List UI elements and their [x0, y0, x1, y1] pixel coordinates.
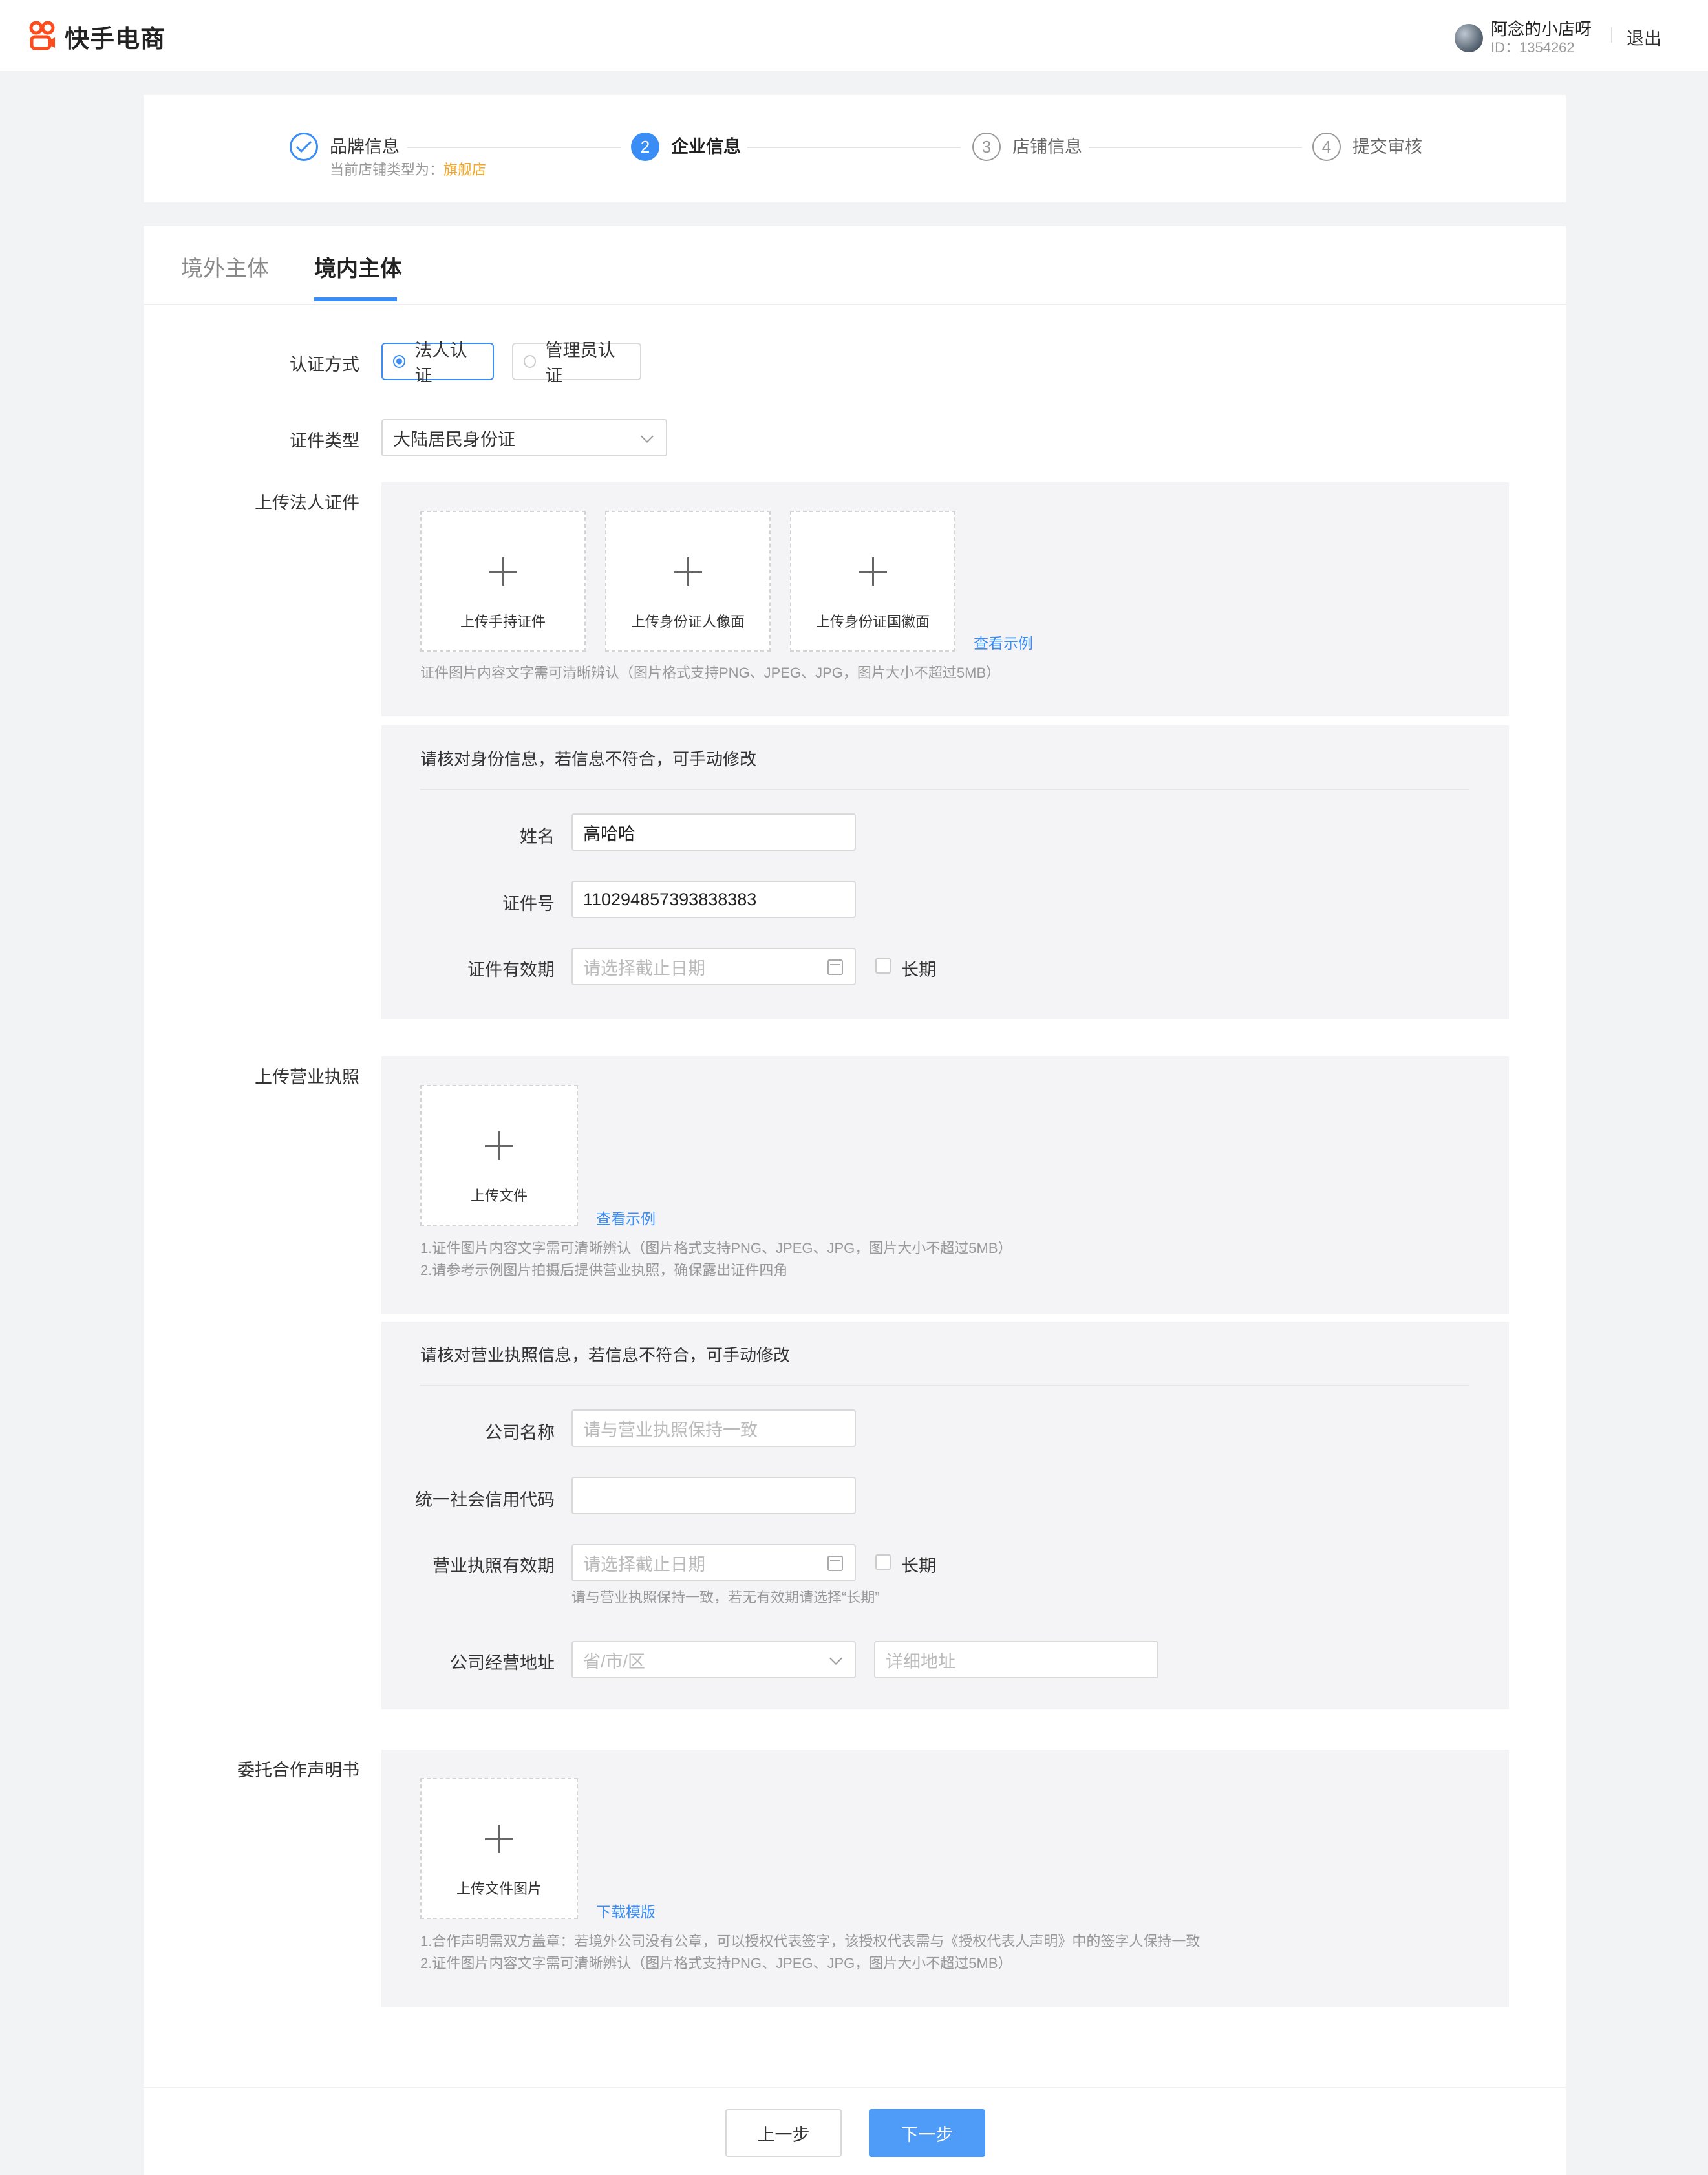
- license-upload-panel: 上传文件 查看示例 1.证件图片内容文字需可清晰辨认（图片格式支持PNG、JPE…: [381, 1056, 1509, 1314]
- steps-card: 品牌信息 当前店铺类型为：旗舰店 2 企业信息 3 店铺信息 4 提交审核: [144, 95, 1566, 202]
- id-number-input[interactable]: 110294857393838383: [571, 881, 856, 918]
- credit-code-input[interactable]: [571, 1477, 856, 1514]
- step-subtitle: 当前店铺类型为：旗舰店: [330, 162, 487, 178]
- kuaishou-logo-icon: [29, 21, 55, 50]
- step-title: 企业信息: [671, 137, 741, 156]
- calendar-icon: [827, 959, 843, 975]
- view-example-link[interactable]: 查看示例: [596, 1206, 656, 1228]
- legal-cert-upload-panel: 上传手持证件 上传身份证人像面 上传身份证国徽面 查看示例 证件图片内容文字需可…: [381, 482, 1509, 716]
- identity-check-title: 请核对身份信息，若信息不符合，可手动修改: [420, 749, 757, 769]
- company-address-label: 公司经营地址: [450, 1653, 555, 1673]
- id-validity-label: 证件有效期: [467, 960, 555, 980]
- step-brand-info: 品牌信息 当前店铺类型为：旗舰店: [290, 133, 486, 179]
- view-example-link[interactable]: 查看示例: [974, 631, 1033, 653]
- next-step-button[interactable]: 下一步: [869, 2109, 985, 2157]
- step-title: 店铺信息: [1012, 137, 1082, 156]
- calendar-icon: [827, 1556, 843, 1571]
- user-name: 阿念的小店呀: [1491, 19, 1592, 39]
- license-upload-label: 上传营业执照: [255, 1067, 359, 1087]
- id-number-label: 证件号: [502, 894, 555, 914]
- prev-step-button[interactable]: 上一步: [725, 2109, 842, 2157]
- step-number: 2: [631, 133, 659, 161]
- license-validity-date-picker[interactable]: 请选择截止日期: [571, 1544, 856, 1581]
- step-check-icon: [290, 133, 318, 161]
- upload-business-license[interactable]: 上传文件: [420, 1085, 578, 1226]
- step-title: 提交审核: [1352, 137, 1422, 156]
- license-longterm-label: 长期: [901, 1556, 936, 1576]
- download-template-link[interactable]: 下载模版: [596, 1900, 656, 1922]
- step-connector: [1089, 147, 1302, 148]
- brand-name: 快手电商: [65, 25, 166, 53]
- main-form-card: 境外主体 境内主体 认证方式 法人认证 管理员认证 证件类型 大陆居民身份证 上…: [144, 226, 1566, 2175]
- license-hint-2: 2.请参考示例图片拍摄后提供营业执照，确保露出证件四角: [420, 1262, 788, 1278]
- tab-overseas-entity[interactable]: 境外主体: [181, 251, 269, 283]
- plus-icon: [485, 1131, 513, 1160]
- credit-code-label: 统一社会信用代码: [415, 1490, 555, 1510]
- company-name-label: 公司名称: [485, 1423, 555, 1442]
- license-validity-hint: 请与营业执照保持一致，若无有效期请选择“长期”: [571, 1589, 880, 1605]
- name-input[interactable]: 高哈哈: [571, 813, 856, 851]
- step-submit-review: 4 提交审核: [1312, 133, 1422, 161]
- brand-logo[interactable]: 快手电商: [28, 19, 165, 53]
- step-connector: [747, 147, 961, 148]
- detail-address-input[interactable]: 详细地址: [874, 1641, 1158, 1678]
- upload-handheld-cert[interactable]: 上传手持证件: [420, 511, 586, 652]
- entrust-hint-1: 1.合作声明需双方盖章：若境外公司没有公章，可以授权代表签字，该授权代表需与《授…: [420, 1933, 1201, 1949]
- radio-admin-auth[interactable]: 管理员认证: [512, 341, 641, 385]
- chevron-down-icon: [641, 430, 654, 443]
- chevron-down-icon: [829, 1652, 842, 1665]
- upload-id-emblem-side[interactable]: 上传身份证国徽面: [790, 511, 955, 652]
- plus-icon: [485, 1825, 513, 1853]
- top-bar: 快手电商 阿念的小店呀 ID：1354262 退出: [0, 0, 1708, 71]
- user-info[interactable]: 阿念的小店呀 ID：1354262: [1455, 19, 1592, 57]
- avatar[interactable]: [1455, 24, 1483, 52]
- tabs-divider: [144, 304, 1566, 305]
- id-validity-date-picker[interactable]: 请选择截止日期: [571, 948, 856, 985]
- legal-upload-hint: 证件图片内容文字需可清晰辨认（图片格式支持PNG、JPEG、JPG，图片大小不超…: [420, 665, 1001, 681]
- section-divider: [420, 1385, 1469, 1386]
- plus-icon: [859, 557, 887, 586]
- step-store-info: 3 店铺信息: [972, 133, 1082, 161]
- cert-type-label: 证件类型: [290, 431, 359, 451]
- id-longterm-checkbox[interactable]: [875, 958, 891, 974]
- company-name-input[interactable]: 请与营业执照保持一致: [571, 1409, 856, 1447]
- plus-icon: [489, 557, 517, 586]
- license-validity-label: 营业执照有效期: [432, 1556, 555, 1576]
- radio-legal-person-auth[interactable]: 法人认证: [381, 341, 494, 385]
- entrust-statement-label: 委托合作声明书: [237, 1761, 359, 1780]
- tab-domestic-entity[interactable]: 境内主体: [314, 251, 402, 283]
- name-label: 姓名: [520, 827, 555, 846]
- identity-check-panel: 请核对身份信息，若信息不符合，可手动修改 姓名 高哈哈 证件号 11029485…: [381, 725, 1509, 1019]
- license-hint-1: 1.证件图片内容文字需可清晰辨认（图片格式支持PNG、JPEG、JPG，图片大小…: [420, 1240, 1012, 1256]
- user-id: ID：1354262: [1491, 39, 1575, 56]
- section-divider: [420, 789, 1469, 790]
- license-check-panel: 请核对营业执照信息，若信息不符合，可手动修改 公司名称 请与营业执照保持一致 统…: [381, 1322, 1509, 1709]
- upload-entrust-image[interactable]: 上传文件图片: [420, 1778, 578, 1919]
- cert-type-select[interactable]: 大陆居民身份证: [381, 419, 667, 456]
- upload-id-portrait-side[interactable]: 上传身份证人像面: [605, 511, 771, 652]
- logout-link[interactable]: 退出: [1627, 25, 1661, 50]
- header-divider: [1611, 27, 1612, 43]
- store-type: 旗舰店: [443, 162, 487, 178]
- active-tab-indicator: [314, 297, 397, 301]
- entrust-upload-panel: 上传文件图片 下载模版 1.合作声明需双方盖章：若境外公司没有公章，可以授权代表…: [381, 1750, 1509, 2007]
- radio-unchecked-icon: [524, 355, 537, 368]
- plus-icon: [674, 557, 702, 586]
- step-connector: [407, 147, 621, 148]
- auth-method-label: 认证方式: [290, 355, 359, 374]
- radio-checked-icon: [393, 355, 406, 368]
- region-select[interactable]: 省/市/区: [571, 1641, 856, 1678]
- step-company-info: 2 企业信息: [631, 133, 741, 161]
- id-longterm-label: 长期: [901, 960, 936, 980]
- entrust-hint-2: 2.证件图片内容文字需可清晰辨认（图片格式支持PNG、JPEG、JPG，图片大小…: [420, 1955, 1012, 1971]
- step-number: 3: [972, 133, 1001, 161]
- license-longterm-checkbox[interactable]: [875, 1554, 891, 1570]
- license-check-title: 请核对营业执照信息，若信息不符合，可手动修改: [420, 1345, 791, 1365]
- footer-divider: [144, 2087, 1566, 2088]
- step-number: 4: [1312, 133, 1341, 161]
- legal-cert-upload-label: 上传法人证件: [255, 493, 359, 513]
